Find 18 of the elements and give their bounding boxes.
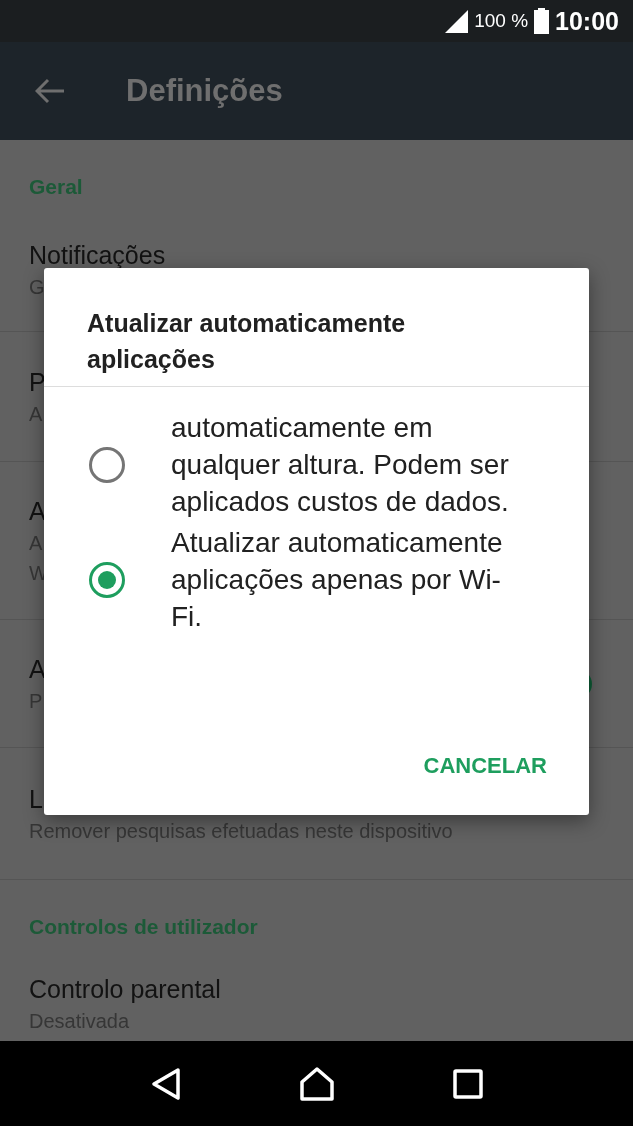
setting-title[interactable]: L bbox=[29, 781, 43, 816]
setting-title[interactable]: Controlo parental bbox=[29, 972, 221, 1006]
section-header: Geral bbox=[28, 174, 84, 200]
radio-button[interactable] bbox=[89, 561, 125, 598]
option-label[interactable]: automaticamente em qualquer altura. Podem ser aplicados custos de dados. bbox=[171, 409, 519, 520]
battery-icon bbox=[534, 8, 550, 34]
radio-button[interactable] bbox=[89, 446, 125, 483]
cancel-button[interactable]: CANCELAR bbox=[415, 745, 555, 787]
section-header: Controlos de utilizador bbox=[28, 914, 259, 940]
clock: 10:00 bbox=[555, 6, 619, 36]
signal-icon bbox=[444, 9, 469, 33]
battery-percent: 100 % bbox=[474, 10, 529, 32]
screen-title: Definições bbox=[126, 73, 283, 109]
dialog-title: Atualizar automaticamente aplicações bbox=[44, 268, 589, 387]
setting-title[interactable]: A bbox=[29, 651, 46, 686]
setting-title[interactable]: P bbox=[29, 364, 46, 399]
option-label[interactable]: Atualizar automaticamente aplicações apenas por Wi-Fi. bbox=[171, 524, 519, 635]
setting-title[interactable]: A bbox=[29, 493, 46, 528]
